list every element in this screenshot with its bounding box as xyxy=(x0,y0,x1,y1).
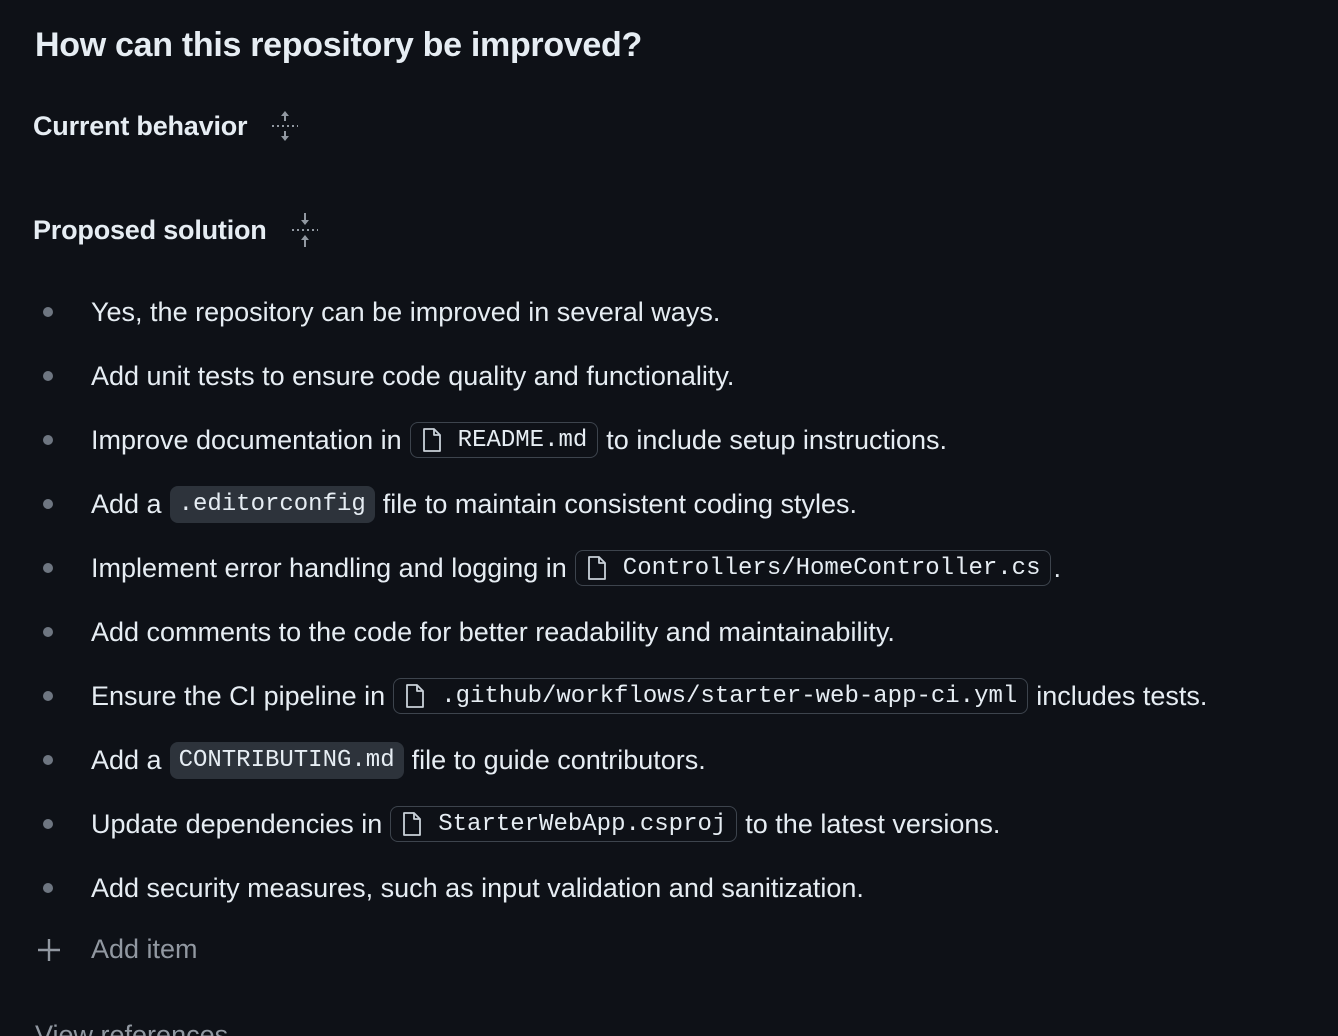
plus-icon xyxy=(36,937,62,963)
list-item: Implement error handling and logging in C… xyxy=(0,536,1338,600)
list-item: Improve documentation in README.md to incl… xyxy=(0,408,1338,472)
text-segment: . xyxy=(1053,552,1061,583)
file-name: Controllers/HomeController.cs xyxy=(622,554,1041,582)
text-segment: includes tests. xyxy=(1036,680,1208,711)
file-reference-chip[interactable]: README.md xyxy=(409,422,599,458)
inline-code: .editorconfig xyxy=(169,485,375,523)
bullet-icon xyxy=(43,883,53,893)
text-segment: Update dependencies in xyxy=(91,808,383,839)
list-item-text: Add a .editorconfig file to maintain consi… xyxy=(91,472,857,536)
current-behavior-header: Current behavior xyxy=(33,106,301,146)
list-item: Add a .editorconfig file to maintain consi… xyxy=(0,472,1338,536)
file-name: README.md xyxy=(457,426,588,454)
file-icon xyxy=(421,427,443,453)
expand-vertical-icon[interactable] xyxy=(269,106,301,146)
list-item-text: Ensure the CI pipeline in .github/workflo… xyxy=(91,664,1207,728)
bullet-icon xyxy=(43,627,53,637)
list-item-text: Add unit tests to ensure code quality an… xyxy=(91,344,734,408)
text-segment: to the latest versions. xyxy=(745,808,1001,839)
current-behavior-label: Current behavior xyxy=(33,110,248,141)
list-item-text: Yes, the repository can be improved in s… xyxy=(91,280,720,344)
file-icon xyxy=(586,555,608,581)
list-item: Yes, the repository can be improved in s… xyxy=(0,280,1338,344)
list-item: Update dependencies in StarterWebApp.cspr… xyxy=(0,792,1338,856)
text-segment: Add a xyxy=(91,744,162,775)
bullet-icon xyxy=(43,307,53,317)
list-item-text: Improve documentation in README.md to incl… xyxy=(91,408,947,472)
inline-code: CONTRIBUTING.md xyxy=(169,741,404,779)
add-item-button[interactable]: Add item xyxy=(36,934,198,965)
text-segment: Implement error handling and logging in xyxy=(91,552,567,583)
text-segment: Add unit tests to ensure code quality an… xyxy=(91,360,735,391)
file-reference-chip[interactable]: .github/workflows/starter-web-app-ci.yml xyxy=(393,678,1029,714)
proposed-solution-header: Proposed solution xyxy=(33,210,321,250)
text-segment: Ensure the CI pipeline in xyxy=(91,680,386,711)
proposed-solution-list: Yes, the repository can be improved in s… xyxy=(0,280,1338,920)
page-title: How can this repository be improved? xyxy=(35,26,642,64)
bullet-icon xyxy=(43,499,53,509)
list-item: Ensure the CI pipeline in .github/workflo… xyxy=(0,664,1338,728)
list-item: Add a CONTRIBUTING.md file to guide contri… xyxy=(0,728,1338,792)
text-segment: Add comments to the code for better read… xyxy=(91,616,895,647)
file-name: .github/workflows/starter-web-app-ci.yml xyxy=(441,682,1018,710)
list-item: Add security measures, such as input val… xyxy=(0,856,1338,920)
bullet-icon xyxy=(43,435,53,445)
file-name: StarterWebApp.csproj xyxy=(438,810,727,838)
text-segment: to include setup instructions. xyxy=(606,424,947,455)
bullet-icon xyxy=(43,755,53,765)
proposed-solution-label: Proposed solution xyxy=(33,214,267,245)
list-item-text: Implement error handling and logging in C… xyxy=(91,536,1061,600)
text-segment: Add security measures, such as input val… xyxy=(91,872,864,903)
text-segment: Add a xyxy=(91,488,162,519)
collapse-vertical-icon[interactable] xyxy=(289,210,321,250)
list-item-text: Add a CONTRIBUTING.md file to guide contri… xyxy=(91,728,706,792)
view-references-link[interactable]: View references xyxy=(35,1020,228,1036)
file-reference-chip[interactable]: StarterWebApp.csproj xyxy=(390,806,738,842)
text-segment: file to maintain consistent coding style… xyxy=(382,488,858,519)
text-segment: Yes, the repository can be improved in s… xyxy=(91,296,721,327)
list-item-text: Update dependencies in StarterWebApp.cspr… xyxy=(91,792,1000,856)
bullet-icon xyxy=(43,691,53,701)
list-item: Add comments to the code for better read… xyxy=(0,600,1338,664)
file-reference-chip[interactable]: Controllers/HomeController.cs xyxy=(574,550,1052,586)
list-item-text: Add security measures, such as input val… xyxy=(91,856,864,920)
file-icon xyxy=(401,811,423,837)
list-item: Add unit tests to ensure code quality an… xyxy=(0,344,1338,408)
text-segment: file to guide contributors. xyxy=(411,744,706,775)
bullet-icon xyxy=(43,819,53,829)
bullet-icon xyxy=(43,371,53,381)
file-icon xyxy=(404,683,426,709)
bullet-icon xyxy=(43,563,53,573)
add-item-label: Add item xyxy=(91,934,198,964)
list-item-text: Add comments to the code for better read… xyxy=(91,600,895,664)
text-segment: Improve documentation in xyxy=(91,424,402,455)
